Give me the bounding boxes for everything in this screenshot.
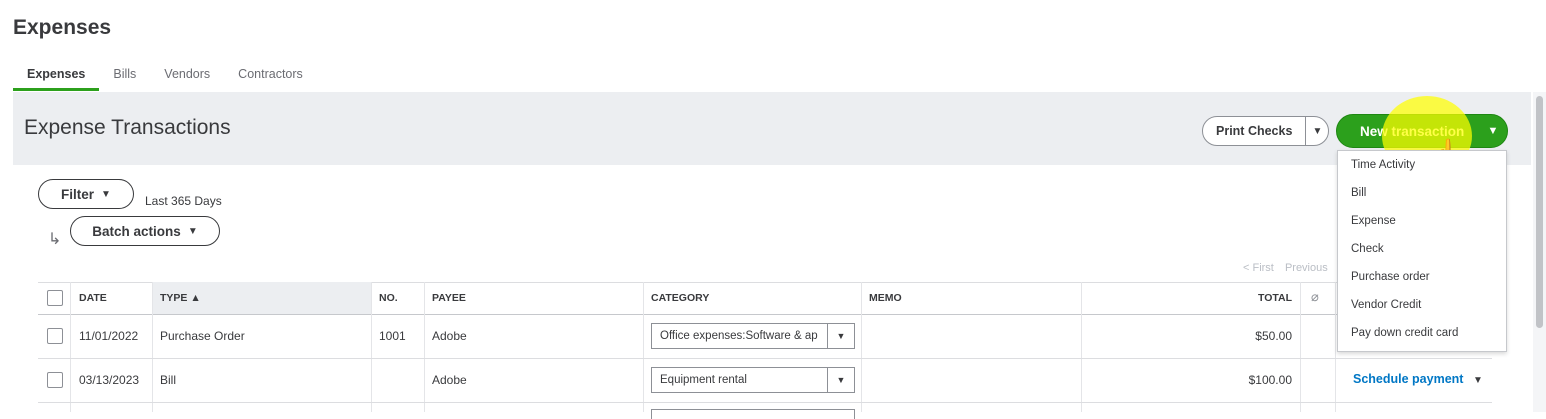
- column-divider: [371, 282, 372, 412]
- pager-first[interactable]: < First: [1243, 262, 1274, 274]
- caret-down-icon: ▼: [187, 225, 198, 237]
- column-divider: [1081, 282, 1082, 412]
- row-divider: [38, 358, 1492, 359]
- section-title: Expense Transactions: [24, 116, 231, 139]
- menu-item-check[interactable]: Check: [1338, 235, 1506, 263]
- filter-label: Filter: [61, 186, 95, 202]
- row-date: 03/13/2023: [79, 373, 140, 387]
- page-title: Expenses: [13, 16, 112, 39]
- column-header-category[interactable]: CATEGORY: [651, 282, 709, 314]
- row-total: $100.00: [1248, 373, 1292, 387]
- new-transaction-dropdown: Time Activity Bill Expense Check Purchas…: [1337, 150, 1507, 352]
- tab-bills[interactable]: Bills: [99, 66, 150, 92]
- tab-contractors[interactable]: Contractors: [224, 66, 317, 92]
- new-transaction-button[interactable]: New transaction: [1337, 124, 1479, 139]
- row-checkbox[interactable]: [47, 328, 63, 344]
- tab-vendors[interactable]: Vendors: [150, 66, 224, 92]
- batch-actions-button[interactable]: Batch actions ▼: [70, 216, 220, 246]
- category-select[interactable]: [651, 409, 855, 419]
- menu-item-bill[interactable]: Bill: [1338, 179, 1506, 207]
- menu-item-pay-down-credit-card[interactable]: Pay down credit card: [1338, 319, 1506, 347]
- print-checks-menu-button[interactable]: ▼: [1306, 117, 1328, 145]
- menu-item-expense[interactable]: Expense: [1338, 207, 1506, 235]
- row-divider: [38, 402, 1492, 403]
- caret-down-icon: ▼: [827, 324, 854, 348]
- attachment-icon: ⌀: [1311, 289, 1319, 304]
- column-divider: [70, 282, 71, 412]
- row-type: Bill: [160, 373, 177, 387]
- tab-bar: Expenses Bills Vendors Contractors: [13, 66, 317, 92]
- column-divider: [1300, 282, 1301, 412]
- column-header-date[interactable]: DATE: [79, 282, 107, 314]
- row-payee: Adobe: [432, 373, 467, 387]
- category-value: Office expenses:Software & ap: [660, 330, 818, 342]
- row-type: Purchase Order: [160, 329, 245, 343]
- header-bottom-rule: [38, 314, 1492, 315]
- category-select[interactable]: Office expenses:Software & ap ▼: [651, 323, 855, 349]
- column-divider: [152, 282, 153, 412]
- print-checks-button[interactable]: Print Checks: [1203, 117, 1307, 145]
- row-checkbox[interactable]: [47, 372, 63, 388]
- row-no: 1001: [379, 329, 406, 343]
- column-header-no[interactable]: NO.: [379, 282, 398, 314]
- batch-actions-label: Batch actions: [92, 223, 181, 239]
- schedule-payment-link[interactable]: Schedule payment ▼: [1353, 372, 1483, 386]
- column-header-total[interactable]: TOTAL: [1220, 282, 1292, 314]
- row-total: $50.00: [1255, 329, 1292, 343]
- caret-down-icon: ▼: [1487, 125, 1499, 137]
- schedule-payment-label: Schedule payment: [1353, 372, 1464, 386]
- row-date: 11/01/2022: [79, 329, 139, 343]
- menu-item-vendor-credit[interactable]: Vendor Credit: [1338, 291, 1506, 319]
- category-value: Equipment rental: [660, 374, 747, 386]
- tab-expenses[interactable]: Expenses: [13, 66, 100, 92]
- column-divider: [1335, 282, 1336, 412]
- row-payee: Adobe: [432, 329, 467, 343]
- column-header-type[interactable]: TYPE ▲: [160, 282, 201, 314]
- scrollbar-thumb[interactable]: [1536, 96, 1543, 328]
- column-header-memo[interactable]: MEMO: [869, 282, 902, 314]
- column-divider: [861, 282, 862, 412]
- new-transaction-menu-button[interactable]: ▼: [1479, 125, 1507, 137]
- select-all-checkbox[interactable]: [47, 290, 63, 306]
- column-divider: [424, 282, 425, 412]
- column-header-payee[interactable]: PAYEE: [432, 282, 466, 314]
- new-transaction-group: New transaction ▼: [1336, 114, 1508, 148]
- menu-item-time-activity[interactable]: Time Activity: [1338, 151, 1506, 179]
- date-range-label: Last 365 Days: [145, 194, 222, 208]
- caret-down-icon: ▼: [1312, 125, 1323, 137]
- filter-button[interactable]: Filter ▼: [38, 179, 134, 209]
- caret-down-icon: ▼: [1472, 375, 1483, 386]
- caret-down-icon: ▼: [101, 188, 111, 200]
- pagination: < First Previous: [1243, 262, 1336, 274]
- caret-down-icon: ▼: [827, 368, 854, 392]
- category-select[interactable]: Equipment rental ▼: [651, 367, 855, 393]
- pager-previous[interactable]: Previous: [1285, 262, 1328, 274]
- print-checks-group: Print Checks ▼: [1202, 116, 1330, 146]
- menu-item-purchase-order[interactable]: Purchase order: [1338, 263, 1506, 291]
- column-divider: [643, 282, 644, 412]
- batch-arrow-icon: ↳: [48, 231, 62, 248]
